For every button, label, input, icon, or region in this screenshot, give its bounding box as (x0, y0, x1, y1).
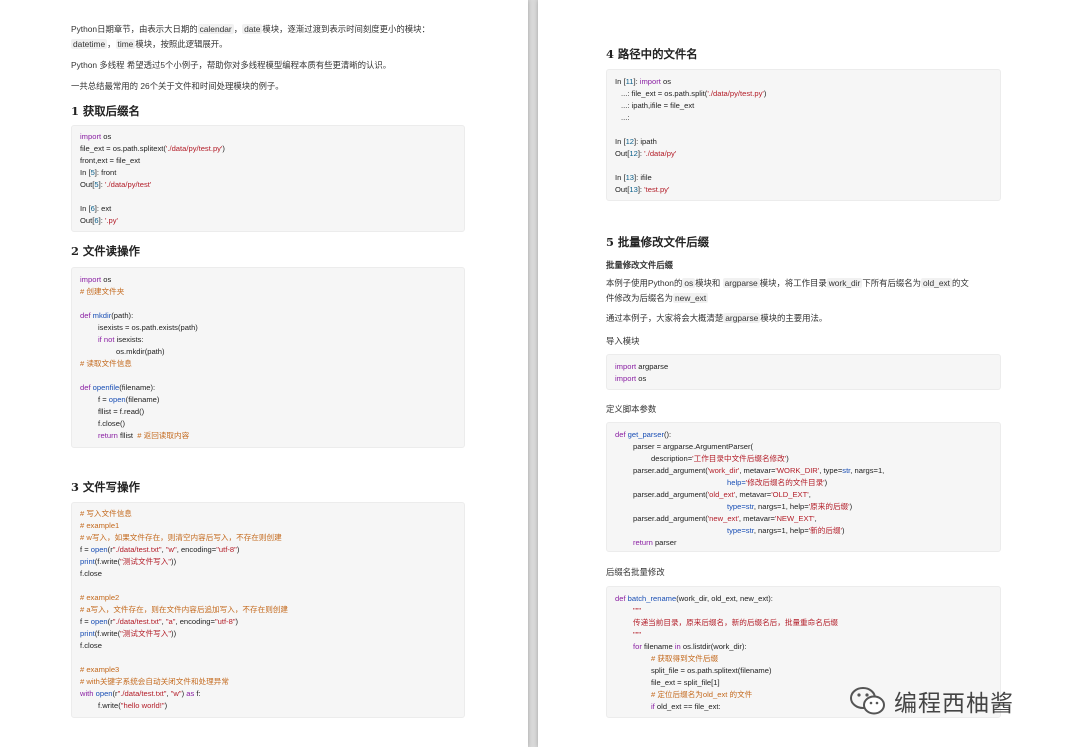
code-line: file_ext = split_file[1] (651, 678, 720, 687)
section-heading-3: 3 文件写操作 (71, 480, 140, 494)
label-batch-rename: 后缀名批量修改 (606, 567, 665, 577)
intro-paragraph-2: Python 多线程 希望透过5个小例子，帮助你对多线程模型编程本质有些更清晰的… (71, 60, 392, 70)
code-block-get-suffix[interactable]: import os file_ext = os.path.splitext('.… (71, 125, 465, 232)
watermark-text: 编程西柚酱 (894, 691, 1014, 717)
code-line: Out[12]: './data/py' (615, 149, 677, 158)
code-line: ...: file_ext = os.path.split('./data/py… (621, 89, 767, 98)
code-line: Out[13]: 'test.py' (615, 185, 670, 194)
code-line: parser.add_argument('old_ext', metavar='… (633, 490, 811, 499)
code-comment: # example2 (80, 593, 120, 602)
label-import-modules: 导入模块 (606, 336, 640, 346)
code-comment: # 定位后缀名为old_ext 的文件 (651, 690, 753, 699)
code-line: ...: ipath,ifile = file_ext (621, 101, 695, 110)
code-line: for filename in os.listdir(work_dir): (633, 642, 747, 651)
section-heading-5: 5 批量修改文件后缀 (606, 235, 710, 249)
code-line: 传递当前目录，原来后缀名，新的后缀名后，批量重命名后缀 (633, 618, 839, 627)
code-line: f.close (80, 641, 102, 650)
code-line: os.mkdir(path) (116, 347, 165, 356)
code-comment: # 写入文件信息 (80, 509, 132, 518)
code-line: with open(r"./data/test.txt", "w") as f: (80, 689, 201, 698)
code-line: parser.add_argument('new_ext', metavar='… (633, 514, 817, 523)
code-line: import argparse (615, 362, 669, 371)
code-line: f = open(r"./data/test.txt", "a", encodi… (80, 617, 239, 626)
code-line: return parser (633, 538, 677, 547)
code-line: return fllist # 返回读取内容 (98, 431, 190, 440)
code-line: import os (80, 275, 112, 284)
watermark: 编程西柚酱 (848, 681, 1014, 721)
section-heading-2: 2 文件读操作 (71, 244, 140, 258)
code-block-file-read[interactable]: import os # 创建文件夹 def mkdir(path): isexi… (71, 267, 465, 448)
code-line: print(f.write("测试文件写入")) (80, 629, 177, 638)
code-line: In [11]: import os (615, 77, 672, 86)
code-line: In [12]: ipath (615, 137, 657, 146)
code-line: def batch_rename(work_dir, old_ext, new_… (615, 594, 773, 603)
code-line: help='修改后缀名的文件目录') (727, 478, 828, 487)
code-line: In [5]: front (80, 168, 117, 177)
intro-paragraph-1: Python日期章节，由表示大日期的 calendar， date 模块，逐渐过渡到表… (71, 24, 430, 49)
section-5-paragraph-2: 通过本例子，大家将会大概清楚 argparse 模块的主要用法。 (606, 313, 828, 323)
code-comment: # with关键字系统会自动关闭文件和处理异常 (80, 677, 229, 686)
code-line: parser = argparse.ArgumentParser( (633, 442, 754, 451)
code-block-path-filename[interactable]: In [11]: import os ...: file_ext = os.pa… (606, 69, 1001, 201)
wechat-icon (850, 687, 885, 715)
label-define-args: 定义脚本参数 (606, 404, 657, 414)
code-line: def mkdir(path): (80, 311, 134, 320)
code-line: """ (633, 630, 642, 639)
section-heading-1: 1 获取后缀名 (71, 104, 140, 118)
code-block-get-parser[interactable]: def get_parser(): parser = argparse.Argu… (606, 422, 1001, 552)
code-line: Out[6]: '.py' (80, 216, 118, 225)
code-comment: # w写入，如果文件存在，则清空内容后写入，不存在则创建 (80, 533, 282, 542)
code-line: type=str, nargs=1, help='原来的后缀') (727, 502, 853, 511)
code-comment: # 创建文件夹 (80, 287, 125, 296)
code-line: isexists = os.path.exists(path) (98, 323, 198, 332)
code-line: parser.add_argument('work_dir', metavar=… (633, 466, 885, 475)
code-line: description='工作目录中文件后缀名修改') (651, 454, 789, 463)
code-block-import[interactable]: import argparse import os (606, 354, 1001, 390)
code-block-file-write[interactable]: # 写入文件信息 # example1 # w写入，如果文件存在，则清空内容后写… (71, 502, 465, 718)
code-line: In [13]: ifile (615, 173, 652, 182)
code-line: f = open(r"./data/test.txt", "w", encodi… (80, 545, 240, 554)
code-line: Out[5]: './data/py/test' (80, 180, 152, 189)
code-line: def openfile(filename): (80, 383, 156, 392)
code-line: split_file = os.path.splitext(filename) (651, 666, 772, 675)
code-comment: # 获取得到文件后缀 (651, 654, 719, 663)
section-5-paragraph-1: 本例子使用Python的 os 模块和 argparse 模块，将工作目录 work_d… (606, 278, 969, 303)
code-line: In [6]: ext (80, 204, 112, 213)
intro-paragraph-3: 一共总结最常用的 26个关于文件和时间处理模块的例子。 (71, 81, 284, 91)
code-line: """ (633, 606, 642, 615)
code-line: f.close() (98, 419, 126, 428)
code-comment: # a写入，文件存在，则在文件内容后追加写入，不存在则创建 (80, 605, 288, 614)
code-line: f.close (80, 569, 102, 578)
document-page-right: 4 路径中的文件名 In [11]: import os ...: file_e… (538, 0, 1066, 747)
code-line: fllist = f.read() (98, 407, 145, 416)
code-line: if not isexists: (98, 335, 144, 344)
code-line: import os (80, 132, 112, 141)
code-line: front,ext = file_ext (80, 156, 141, 165)
code-line: import os (615, 374, 647, 383)
code-line: ...: (621, 113, 630, 122)
document-page-left: Python日期章节，由表示大日期的 calendar， date 模块，逐渐过渡到表… (0, 0, 528, 747)
code-line: type=str, nargs=1, help='新的后缀') (727, 526, 845, 535)
code-comment: # example3 (80, 665, 120, 674)
code-line: f.write("hello world!") (98, 701, 168, 710)
section-heading-4: 4 路径中的文件名 (606, 47, 698, 61)
code-line: print(f.write("测试文件写入")) (80, 557, 177, 566)
code-line: file_ext = os.path.splitext('./data/py/t… (80, 144, 225, 153)
sub-heading: 批量修改文件后缀 (606, 260, 673, 270)
code-line: def get_parser(): (615, 430, 672, 439)
code-comment: # example1 (80, 521, 120, 530)
code-line: if old_ext == file_ext: (651, 702, 721, 711)
code-line: f = open(filename) (98, 395, 160, 404)
code-comment: # 读取文件信息 (80, 359, 132, 368)
